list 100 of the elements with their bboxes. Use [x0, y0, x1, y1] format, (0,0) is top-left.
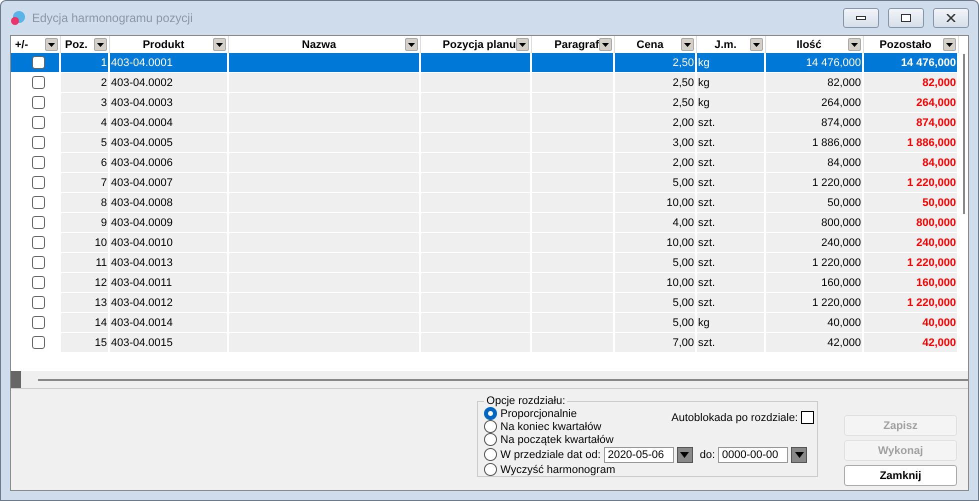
- table-cell: 1 886,000: [766, 133, 864, 153]
- table-cell: 2: [61, 73, 110, 93]
- table-cell: 7: [61, 173, 110, 193]
- autolock-checkbox[interactable]: [801, 411, 814, 424]
- table-cell: 403-04.0014: [110, 313, 229, 333]
- row-checkbox[interactable]: [32, 236, 45, 249]
- table-cell: 1 886,000: [864, 133, 959, 153]
- radio-label[interactable]: Na początek kwartałów: [500, 434, 614, 446]
- scrollbar-thumb[interactable]: [962, 54, 964, 214]
- dropdown-icon[interactable]: [97, 42, 104, 46]
- row-checkbox[interactable]: [32, 116, 45, 129]
- table-cell: 403-04.0007: [110, 173, 229, 193]
- dropdown-icon[interactable]: [519, 42, 526, 46]
- maximize-icon: [901, 14, 911, 22]
- table-cell: kg: [697, 93, 766, 113]
- table-cell: 14 476,000: [766, 53, 864, 73]
- table-cell: 1: [61, 53, 110, 73]
- table-cell: 14 476,000: [864, 53, 959, 73]
- row-checkbox[interactable]: [32, 336, 45, 349]
- date-to-label: do:: [700, 448, 715, 460]
- row-checkbox[interactable]: [32, 136, 45, 149]
- table-cell: 5,00: [615, 253, 697, 273]
- table-cell: 50,000: [766, 193, 864, 213]
- row-checkbox[interactable]: [32, 296, 45, 309]
- dropdown-icon[interactable]: [602, 42, 609, 46]
- table-cell: 9: [61, 213, 110, 233]
- close-icon: [946, 14, 956, 22]
- date-to-field[interactable]: 0000-00-00: [718, 446, 788, 462]
- dropdown-icon[interactable]: [408, 42, 415, 46]
- radio-button[interactable]: [484, 433, 498, 446]
- radio-label[interactable]: Proporcjonalnie: [500, 408, 577, 420]
- row-checkbox[interactable]: [32, 176, 45, 189]
- table-cell: szt.: [697, 233, 766, 253]
- radio-label[interactable]: Na koniec kwartałów: [500, 420, 602, 432]
- row-checkbox[interactable]: [32, 256, 45, 269]
- table-cell: szt.: [697, 253, 766, 273]
- dropdown-icon[interactable]: [753, 42, 760, 46]
- dropdown-icon[interactable]: [684, 42, 691, 46]
- maximize-button[interactable]: [888, 8, 924, 28]
- minimize-button[interactable]: [843, 8, 879, 28]
- table-cell: 4: [61, 113, 110, 133]
- table-cell: 5,00: [615, 313, 697, 333]
- app-icon: [10, 10, 26, 26]
- radio-button[interactable]: [484, 420, 498, 433]
- row-checkbox[interactable]: [32, 156, 45, 169]
- table-cell: 1 220,000: [766, 253, 864, 273]
- row-checkbox[interactable]: [32, 196, 45, 209]
- table-cell: szt.: [697, 273, 766, 293]
- dropdown-icon: [794, 452, 804, 458]
- dropdown-icon[interactable]: [48, 42, 55, 46]
- table-cell: 160,000: [864, 273, 959, 293]
- table-cell: 240,000: [864, 233, 959, 253]
- table-cell: 403-04.0003: [110, 93, 229, 113]
- scrollbar-thumb[interactable]: [38, 378, 968, 380]
- date-from-field[interactable]: 2020-05-06: [604, 446, 674, 462]
- table-cell: 403-04.0006: [110, 153, 229, 173]
- table-cell: 2,50: [615, 93, 697, 113]
- table-cell: 82,000: [766, 73, 864, 93]
- table-cell: 800,000: [864, 213, 959, 233]
- table-cell: 6: [61, 153, 110, 173]
- radio-button[interactable]: [484, 407, 498, 420]
- row-checkbox[interactable]: [32, 96, 45, 109]
- table-cell: szt.: [697, 293, 766, 313]
- autolock-label: Autoblokada po rozdziale:: [671, 412, 798, 424]
- table-cell: 42,000: [864, 333, 959, 353]
- row-checkbox[interactable]: [32, 216, 45, 229]
- dropdown-icon[interactable]: [851, 42, 858, 46]
- dropdown-icon[interactable]: [216, 42, 223, 46]
- close-button[interactable]: [933, 8, 969, 28]
- date-dropdown-button[interactable]: [791, 446, 807, 462]
- radio-button[interactable]: [484, 463, 498, 476]
- table-cell: kg: [697, 73, 766, 93]
- table-cell: 5,00: [615, 173, 697, 193]
- table-cell: szt.: [697, 113, 766, 133]
- table-cell: 7,00: [615, 333, 697, 353]
- table-cell: 2,50: [615, 53, 697, 73]
- dropdown-icon[interactable]: [946, 42, 953, 46]
- date-dropdown-button[interactable]: [676, 446, 693, 462]
- row-checkbox[interactable]: [32, 276, 45, 289]
- table-cell: 403-04.0002: [110, 73, 229, 93]
- table-cell: 5,00: [615, 293, 697, 313]
- table-cell: 50,000: [864, 193, 959, 213]
- table-cell: 3: [61, 93, 110, 113]
- row-checkbox[interactable]: [32, 316, 45, 329]
- table-cell: 42,000: [766, 333, 864, 353]
- table-cell: 2,00: [615, 153, 697, 173]
- table-cell: 40,000: [766, 313, 864, 333]
- radio-button[interactable]: [484, 448, 498, 461]
- table-cell: 403-04.0009: [110, 213, 229, 233]
- table-cell: szt.: [697, 333, 766, 353]
- row-checkbox[interactable]: [32, 56, 45, 69]
- table-cell: 2,50: [615, 73, 697, 93]
- table-cell: 160,000: [766, 273, 864, 293]
- row-checkbox[interactable]: [32, 76, 45, 89]
- radio-label[interactable]: W przedziale dat od:: [500, 448, 601, 460]
- table-cell: 1 220,000: [864, 173, 959, 193]
- table-cell: 403-04.0012: [110, 293, 229, 313]
- dialog-button[interactable]: Zamknij: [844, 465, 957, 486]
- table-cell: 403-04.0001: [110, 53, 229, 73]
- radio-label[interactable]: Wyczyść harmonogram: [500, 464, 616, 476]
